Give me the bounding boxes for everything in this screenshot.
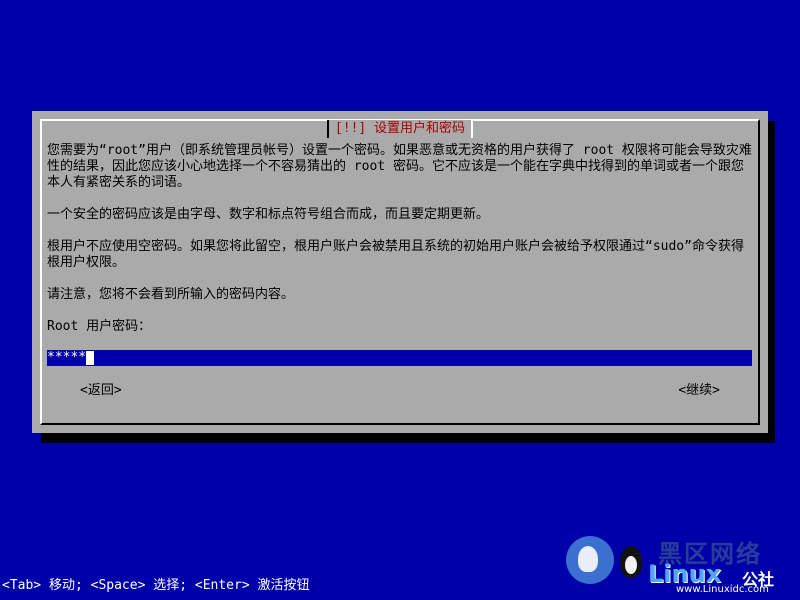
security-tip-paragraph: 一个安全的密码应该是由字母、数字和标点符号组合而成，而且要定期更新。 <box>47 207 490 222</box>
password-label: Root 用户密码： <box>47 319 152 334</box>
watermark-logo: 黑区网络 Linux 公社 www.Linuxidc.com <box>562 532 794 598</box>
notice-paragraph: 请注意，您将不会看到所输入的密码内容。 <box>47 287 295 302</box>
tux-penguin-icon <box>620 546 642 578</box>
password-mask: ***** <box>47 350 87 365</box>
dialog-title: [!!] 设置用户和密码 <box>326 120 474 138</box>
continue-button[interactable]: <继续> <box>678 383 720 399</box>
text-cursor <box>86 350 95 365</box>
description-paragraph: 您需要为“root”用户（即系统管理员帐号）设置一个密码。如果恶意或无资格的用户… <box>47 143 752 190</box>
dialog-body: 您需要为“root”用户（即系统管理员帐号）设置一个密码。如果恶意或无资格的用户… <box>47 143 752 335</box>
watermark-url: www.Linuxidc.com <box>676 584 769 595</box>
dialog-title-bar: [!!] 设置用户和密码 <box>42 120 758 138</box>
empty-password-paragraph: 根用户不应使用空密码。如果您将此留空，根用户账户会被禁用且系统的初始用户账户会被… <box>47 239 744 270</box>
root-password-input[interactable]: ***** <box>47 350 752 366</box>
keyboard-hint: <Tab> 移动; <Space> 选择; <Enter> 激活按钮 <box>2 578 310 593</box>
password-dialog: [!!] 设置用户和密码 您需要为“root”用户（即系统管理员帐号）设置一个密… <box>32 111 768 433</box>
back-button[interactable]: <返回> <box>80 383 122 399</box>
mushroom-logo-icon <box>566 536 614 584</box>
